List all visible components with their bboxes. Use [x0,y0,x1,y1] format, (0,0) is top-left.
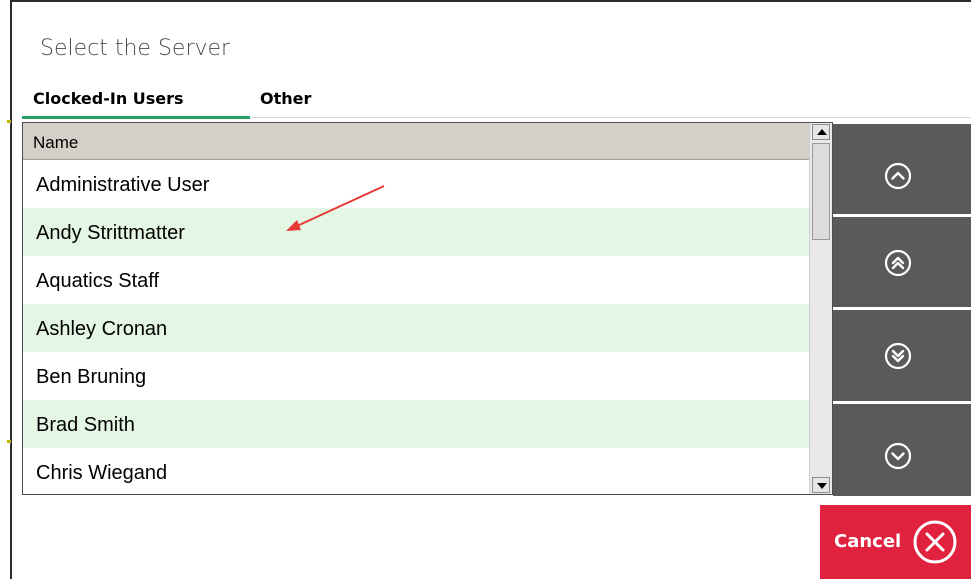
double-chevron-down-icon [884,342,912,370]
window-frame-top [10,0,971,2]
tab-divider [250,117,971,118]
list-item[interactable]: Ben Bruning [23,352,809,400]
scrollbar-thumb[interactable] [812,143,830,240]
list-item-label: Chris Wiegand [36,462,168,484]
list-item-label: Ashley Cronan [36,318,168,340]
list-column-header[interactable]: Name [23,123,809,160]
cancel-button[interactable]: Cancel [820,505,971,579]
chevron-down-icon [884,442,912,470]
window-frame-left [10,0,12,579]
vertical-scrollbar[interactable] [809,123,832,494]
scroll-down-arrow-icon[interactable] [812,477,830,493]
list-item-label: Ben Bruning [36,366,147,388]
list-item[interactable]: Administrative User [23,160,809,208]
list-item[interactable]: Ashley Cronan [23,304,809,352]
list-item-label: Andy Strittmatter [36,222,185,244]
selected-tab-indicator [22,116,250,119]
list-item-label: Aquatics Staff [36,270,160,292]
chevron-up-icon [884,162,912,190]
close-circle-icon [913,520,957,564]
list-item-label: Administrative User [36,174,210,196]
page-down-button[interactable] [833,310,971,401]
scroll-up-arrow-icon[interactable] [812,124,830,140]
list-item[interactable]: Chris Wiegand [23,448,809,494]
tab-clocked-in-users[interactable]: Clocked-In Users [33,89,184,108]
page-up-button[interactable] [833,217,971,307]
column-header-name: Name [33,133,79,152]
double-chevron-up-icon [884,249,912,277]
dialog-title: Select the Server [40,36,231,61]
scroll-up-button[interactable] [833,124,971,214]
frame-marker [7,120,11,123]
list-item[interactable]: Brad Smith [23,400,809,448]
frame-marker [7,440,11,443]
list-item[interactable]: Andy Strittmatter [23,208,809,256]
tab-other[interactable]: Other [260,89,311,108]
list-item-label: Brad Smith [36,414,135,436]
server-list: Name Administrative User Andy Strittmatt… [22,122,833,495]
list-item[interactable]: Aquatics Staff [23,256,809,304]
cancel-button-label: Cancel [834,531,902,552]
scroll-down-button[interactable] [833,404,971,496]
